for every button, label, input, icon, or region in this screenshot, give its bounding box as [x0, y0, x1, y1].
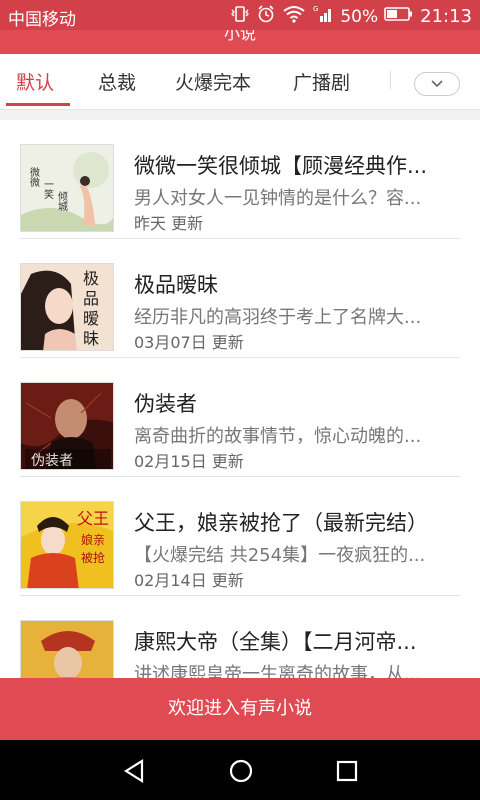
update-time: 02月15日 更新 — [134, 452, 244, 471]
wifi-icon — [282, 4, 306, 29]
book-title: 康熙大帝（全集）【二月河帝... — [134, 630, 417, 654]
welcome-banner[interactable]: 欢迎进入有声小说 — [0, 678, 480, 740]
back-button[interactable] — [120, 756, 150, 786]
svg-text:品: 品 — [83, 289, 99, 308]
update-time: 02月14日 更新 — [134, 571, 244, 590]
tab-hot-complete[interactable]: 火爆完本 — [175, 68, 251, 95]
book-description: 男人对女人一见钟情的是什么？容... — [134, 188, 422, 209]
list-item[interactable]: 极 品 暧 昧 极品暧昧 经历非凡的高羽终于考上了名牌大... 03月07日 更… — [0, 239, 480, 358]
book-title: 微微一笑很倾城【顾漫经典作... — [134, 154, 428, 178]
book-cover: 极 品 暧 昧 — [20, 263, 114, 351]
update-time: 03月07日 更新 — [134, 333, 244, 352]
book-description: 经历非凡的高羽终于考上了名牌大... — [134, 307, 422, 328]
svg-text:极: 极 — [83, 269, 99, 288]
svg-text:G: G — [313, 5, 318, 13]
svg-text:昧: 昧 — [83, 329, 99, 348]
book-description: 离奇曲折的故事情节，惊心动魄的... — [134, 426, 422, 447]
status-icons: G 50% 21:13 — [230, 4, 472, 29]
svg-text:父王: 父王 — [77, 509, 109, 528]
category-tabs: 默认 总裁 火爆完本 广播剧 — [0, 54, 480, 110]
list-item[interactable]: 微微 一笑 倾城 微微一笑很倾城【顾漫经典作... 男人对女人一见钟情的是什么？… — [0, 120, 480, 239]
recents-square-icon — [336, 760, 358, 782]
home-button[interactable] — [226, 756, 256, 786]
list-item[interactable]: 父王 娘亲 被抢 父王，娘亲被抢了（最新完结） 【火爆完结 共254集】一夜疯狂… — [0, 477, 480, 596]
book-cover: 微微 一笑 倾城 — [20, 144, 114, 232]
header-bar: 小说 — [0, 30, 480, 54]
battery-percent: 50% — [340, 6, 379, 27]
svg-text:暧: 暧 — [83, 309, 99, 328]
recents-button[interactable] — [332, 756, 362, 786]
system-nav-bar — [0, 740, 480, 800]
page-title: 小说 — [223, 30, 256, 43]
carrier-label: 中国移动 — [8, 10, 76, 30]
book-title: 父王，娘亲被抢了（最新完结） — [134, 511, 428, 535]
active-tab-indicator — [6, 103, 70, 106]
status-bar: 中国移动 G 50% 21:13 — [0, 0, 480, 30]
home-circle-icon — [229, 759, 253, 783]
svg-text:一笑: 一笑 — [42, 179, 54, 200]
section-gap — [0, 110, 480, 120]
svg-text:伪装者: 伪装者 — [31, 453, 73, 469]
book-cover: 伪装者 — [20, 382, 114, 470]
svg-text:娘亲: 娘亲 — [81, 532, 105, 547]
vibrate-icon — [230, 4, 250, 29]
battery-icon — [384, 6, 414, 27]
svg-text:微微: 微微 — [28, 166, 40, 188]
alarm-icon — [256, 4, 276, 29]
list-item[interactable]: 伪装者 伪装者 离奇曲折的故事情节，惊心动魄的... 02月15日 更新 — [0, 358, 480, 477]
expand-tabs-button[interactable] — [414, 72, 460, 96]
clock: 21:13 — [420, 6, 472, 27]
tab-ceo[interactable]: 总裁 — [98, 68, 136, 95]
book-title: 伪装者 — [134, 392, 197, 416]
signal-icon: G — [312, 4, 334, 29]
back-triangle-icon — [123, 759, 144, 783]
svg-text:被抢: 被抢 — [81, 550, 105, 565]
book-cover: 父王 娘亲 被抢 — [20, 501, 114, 589]
book-list: 微微 一笑 倾城 微微一笑很倾城【顾漫经典作... 男人对女人一见钟情的是什么？… — [0, 120, 480, 715]
svg-text:倾城: 倾城 — [56, 190, 68, 212]
book-description: 【火爆完结 共254集】一夜疯狂的... — [134, 545, 426, 566]
tab-default[interactable]: 默认 — [16, 68, 54, 95]
chevron-down-icon — [431, 80, 443, 88]
tab-radio-drama[interactable]: 广播剧 — [293, 68, 350, 95]
update-time: 昨天 更新 — [134, 214, 204, 233]
book-title: 极品暧昧 — [134, 273, 218, 297]
tab-divider — [390, 71, 391, 89]
